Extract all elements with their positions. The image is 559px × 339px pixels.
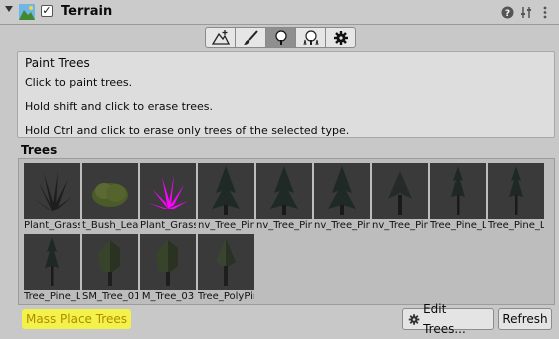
- refresh-button[interactable]: Refresh: [498, 308, 552, 330]
- tree-prototype-tile[interactable]: Tree_Pine_L: [488, 163, 544, 232]
- tree-label: Plant_Grass: [140, 220, 196, 231]
- tree-label: M_Tree_03: [141, 291, 195, 302]
- help-line: Click to paint trees.: [25, 76, 133, 89]
- tree-label: SM_Tree_01: [82, 291, 138, 302]
- tree-thumbnail: [314, 163, 370, 219]
- help-line: Hold shift and click to erase trees.: [25, 100, 213, 113]
- tree-thumbnail: [488, 163, 544, 219]
- paint-trees-tool[interactable]: [265, 27, 296, 48]
- raise-terrain-tool[interactable]: [205, 27, 236, 48]
- tree-label: Plant_Grass: [24, 220, 80, 231]
- trees-section-label: Trees: [21, 143, 58, 157]
- tree-prototype-tile[interactable]: Tree_Pine_L: [430, 163, 486, 232]
- help-title: Paint Trees: [25, 56, 90, 70]
- tree-prototype-tile[interactable]: SM_Tree_01: [82, 234, 138, 303]
- component-enabled-checkbox[interactable]: ✓: [41, 5, 53, 17]
- tree-label: nv_Tree_Pin: [372, 220, 428, 231]
- tree-thumbnail: [198, 234, 254, 290]
- tree-thumbnail: [140, 234, 196, 290]
- paint-texture-tool[interactable]: [235, 27, 266, 48]
- foldout-arrow-icon[interactable]: [5, 6, 13, 12]
- gear-icon: [408, 313, 420, 325]
- tree-thumbnail: [430, 163, 486, 219]
- tree-thumbnail: [140, 163, 196, 219]
- tree-prototype-tile[interactable]: Plant_Grass: [24, 163, 80, 232]
- tree-prototype-tile[interactable]: Plant_Grass: [140, 163, 196, 232]
- paintbrush-icon: [243, 29, 258, 45]
- terrain-settings-tool[interactable]: [325, 27, 356, 48]
- tree-thumbnail: [256, 163, 312, 219]
- tree-label: t_Bush_Lea: [82, 220, 138, 231]
- help-icon[interactable]: ?: [499, 4, 515, 20]
- tree-label: nv_Tree_Pin: [314, 220, 370, 231]
- tree-prototype-tile[interactable]: nv_Tree_Pin: [372, 163, 428, 232]
- tree-prototype-tile[interactable]: Tree_PolyPin: [198, 234, 254, 303]
- tree-prototype-tile[interactable]: t_Bush_Lea: [82, 163, 138, 232]
- tree-label: Tree_Pine_L: [430, 220, 486, 231]
- svg-text:?: ?: [504, 9, 509, 19]
- more-options-icon[interactable]: [537, 4, 553, 20]
- terrain-tool-bar: [205, 27, 356, 48]
- tree-prototype-tile[interactable]: nv_Tree_Pin: [256, 163, 312, 232]
- edit-trees-button[interactable]: Edit Trees...: [402, 302, 494, 336]
- terrain-component-icon: [19, 4, 35, 20]
- tree-thumbnail: [24, 234, 80, 290]
- tree-thumbnail: [24, 163, 80, 219]
- tree-prototype-tile[interactable]: M_Tree_03: [140, 234, 196, 303]
- paint-trees-help-box: Paint Trees Click to paint trees. Hold s…: [17, 51, 555, 138]
- tree-prototype-tile[interactable]: nv_Tree_Pin: [198, 163, 254, 232]
- raise-terrain-icon: [211, 29, 230, 45]
- mass-place-trees-button[interactable]: Mass Place Trees: [22, 309, 131, 329]
- help-line: Hold Ctrl and click to erase only trees …: [25, 124, 350, 137]
- tree-prototype-palette: Plant_Grass t_Bush_Lea Plant_Grass nv_Tree_…: [18, 158, 555, 305]
- tree-thumbnail: [82, 163, 138, 219]
- paint-details-tool[interactable]: [295, 27, 326, 48]
- tree-icon: [274, 29, 287, 45]
- tree-label: Tree_Pine_L: [24, 291, 80, 302]
- tree-label: Tree_Pine_L: [488, 220, 544, 231]
- edit-trees-label: Edit Trees...: [423, 302, 466, 336]
- details-icon: [303, 29, 318, 45]
- tree-thumbnail: [198, 163, 254, 219]
- preset-icon[interactable]: [518, 4, 534, 20]
- tree-label: Tree_PolyPin: [198, 291, 254, 302]
- tree-label: nv_Tree_Pin: [256, 220, 312, 231]
- tree-prototype-tile[interactable]: Tree_Pine_L: [24, 234, 80, 303]
- component-header: ✓ Terrain ?: [0, 0, 559, 25]
- tree-thumbnail: [372, 163, 428, 219]
- tree-prototype-tile[interactable]: nv_Tree_Pin: [314, 163, 370, 232]
- tree-label: nv_Tree_Pin: [198, 220, 254, 231]
- tree-thumbnail: [82, 234, 138, 290]
- component-title: Terrain: [61, 4, 113, 19]
- gear-icon: [333, 30, 348, 45]
